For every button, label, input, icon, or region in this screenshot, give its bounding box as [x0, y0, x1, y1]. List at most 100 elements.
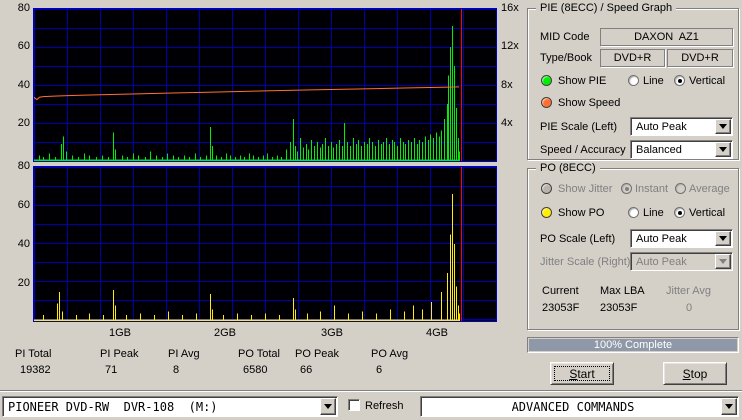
stop-button-label-rest: top — [691, 367, 708, 381]
po-vertical-radio[interactable] — [674, 207, 685, 218]
progress-text: 100% Complete — [594, 339, 672, 351]
pie-vertical-radio[interactable] — [674, 75, 685, 86]
chevron-down-icon — [719, 124, 727, 129]
pie-scale-value: Auto Peak — [636, 121, 714, 133]
jitter-scale-value: Auto Peak — [636, 256, 714, 268]
stat-value: 19382 — [15, 364, 100, 380]
progress-bar: 100% Complete — [527, 337, 739, 353]
current-label: Current — [542, 285, 579, 298]
show-jitter-led — [541, 183, 552, 194]
jitter-instant-label: Instant — [635, 183, 668, 196]
stat-label: PI Total — [15, 348, 100, 364]
stat-value: 6580 — [238, 364, 295, 380]
stat-value: 66 — [295, 364, 371, 380]
pie-axis-label: 80 — [3, 2, 30, 14]
speed-accuracy-value: Balanced — [636, 144, 714, 156]
pie-scale-dropdown[interactable]: Auto Peak — [630, 117, 733, 136]
pie-settings-group: PIE (8ECC) / Speed Graph MID Code DAXON … — [527, 8, 739, 160]
pie-vertical-label: Vertical — [689, 75, 725, 88]
chevron-down-icon — [725, 404, 733, 409]
mid-code-value: DAXON AZ1 — [600, 28, 733, 46]
po-scale-value: Auto Peak — [636, 233, 714, 245]
max-lba-value: 23053F — [600, 302, 637, 315]
mid-code-label: MID Code — [540, 31, 590, 44]
speed-axis-label: 12x — [501, 40, 527, 52]
max-lba-label: Max LBA — [600, 285, 645, 298]
po-settings-group: PO (8ECC) Show Jitter Instant Average Sh… — [527, 168, 739, 330]
po-vertical-label: Vertical — [689, 207, 725, 220]
stat-label: PI Peak — [100, 348, 168, 364]
divider — [0, 390, 742, 392]
po-scale-label: PO Scale (Left) — [540, 233, 615, 246]
chevron-down-icon — [324, 404, 332, 409]
show-pie-led[interactable] — [541, 75, 552, 86]
speed-accuracy-dropdown[interactable]: Balanced — [630, 140, 733, 159]
refresh-checkbox[interactable] — [348, 399, 360, 411]
po-line-radio[interactable] — [628, 207, 639, 218]
refresh-label: Refresh — [365, 400, 404, 413]
progress-fill: 100% Complete — [529, 339, 737, 351]
advanced-commands-dropdown[interactable]: ADVANCED COMMANDS — [420, 396, 739, 417]
jitter-scale-dropdown: Auto Peak — [630, 252, 733, 271]
start-button[interactable]: Start — [550, 362, 614, 385]
drive-select-dropdown[interactable]: PIONEER DVD-RW DVR-108 (M:) — [2, 396, 338, 417]
pie-scale-dropdown-button[interactable] — [715, 119, 731, 134]
stat-label: PI Avg — [168, 348, 238, 364]
po-scale-dropdown-button[interactable] — [715, 231, 731, 246]
show-speed-led[interactable] — [541, 97, 552, 108]
show-pie-label: Show PIE — [558, 75, 606, 88]
chevron-down-icon — [719, 236, 727, 241]
pie-graph-plot — [33, 8, 497, 162]
jitter-instant-radio — [621, 183, 632, 194]
pie-axis-label: 20 — [3, 117, 30, 129]
po-graph-canvas — [34, 167, 496, 321]
advanced-commands-value: ADVANCED COMMANDS — [426, 400, 720, 414]
drive-select-value: PIONEER DVD-RW DVR-108 (M:) — [8, 400, 319, 414]
stop-button-label: S — [683, 367, 691, 381]
type-book-label: Type/Book — [540, 52, 592, 65]
speed-accuracy-dropdown-button[interactable] — [715, 142, 731, 157]
speed-axis-label: 16x — [501, 2, 527, 14]
chevron-down-icon — [719, 147, 727, 152]
advanced-commands-dropdown-button[interactable] — [721, 398, 737, 415]
speed-axis-label: 8x — [501, 79, 527, 91]
x-axis-label: 2GB — [208, 327, 242, 339]
po-axis-label: 20 — [3, 277, 30, 289]
jitter-average-label: Average — [689, 183, 730, 196]
stat-value: 6 — [371, 364, 431, 380]
show-po-label: Show PO — [558, 207, 604, 220]
jitter-avg-value: 0 — [686, 302, 692, 315]
stat-label: PO Avg — [371, 348, 431, 364]
scan-statistics: PI Total PI Peak PI Avg PO Total PO Peak… — [15, 348, 431, 380]
jitter-scale-label: Jitter Scale (Right) — [540, 256, 630, 269]
x-axis-label: 3GB — [315, 327, 349, 339]
po-scale-dropdown[interactable]: Auto Peak — [630, 229, 733, 248]
drive-dropdown-button[interactable] — [320, 398, 336, 415]
pie-line-label: Line — [643, 75, 664, 88]
stat-value: 71 — [100, 364, 168, 380]
pie-graph-canvas — [34, 9, 496, 161]
po-group-title: PO (8ECC) — [536, 162, 600, 175]
po-axis-label: 60 — [3, 199, 30, 211]
jitter-average-radio — [675, 183, 686, 194]
pie-scale-label: PIE Scale (Left) — [540, 121, 617, 134]
speed-axis-label: 4x — [501, 117, 527, 129]
x-axis-label: 4GB — [420, 327, 454, 339]
po-graph-plot — [33, 166, 497, 322]
start-button-label: S — [569, 367, 577, 381]
current-value: 23053F — [542, 302, 579, 315]
disc-type-value: DVD+R — [600, 49, 665, 67]
x-axis-label: 1GB — [103, 327, 137, 339]
kprobe-window: { "colors": { "pie_green": "#00ee00", "p… — [0, 0, 742, 420]
pie-axis-label: 60 — [3, 40, 30, 52]
stat-label: PO Peak — [295, 348, 371, 364]
speed-accuracy-label: Speed / Accuracy — [540, 144, 626, 157]
show-po-led[interactable] — [541, 207, 552, 218]
pie-line-radio[interactable] — [628, 75, 639, 86]
po-axis-label: 40 — [3, 238, 30, 250]
po-line-label: Line — [643, 207, 664, 220]
chevron-down-icon — [719, 259, 727, 264]
stat-value: 8 — [168, 364, 238, 380]
stop-button[interactable]: Stop — [663, 362, 727, 385]
jitter-avg-label: Jitter Avg — [666, 285, 711, 298]
